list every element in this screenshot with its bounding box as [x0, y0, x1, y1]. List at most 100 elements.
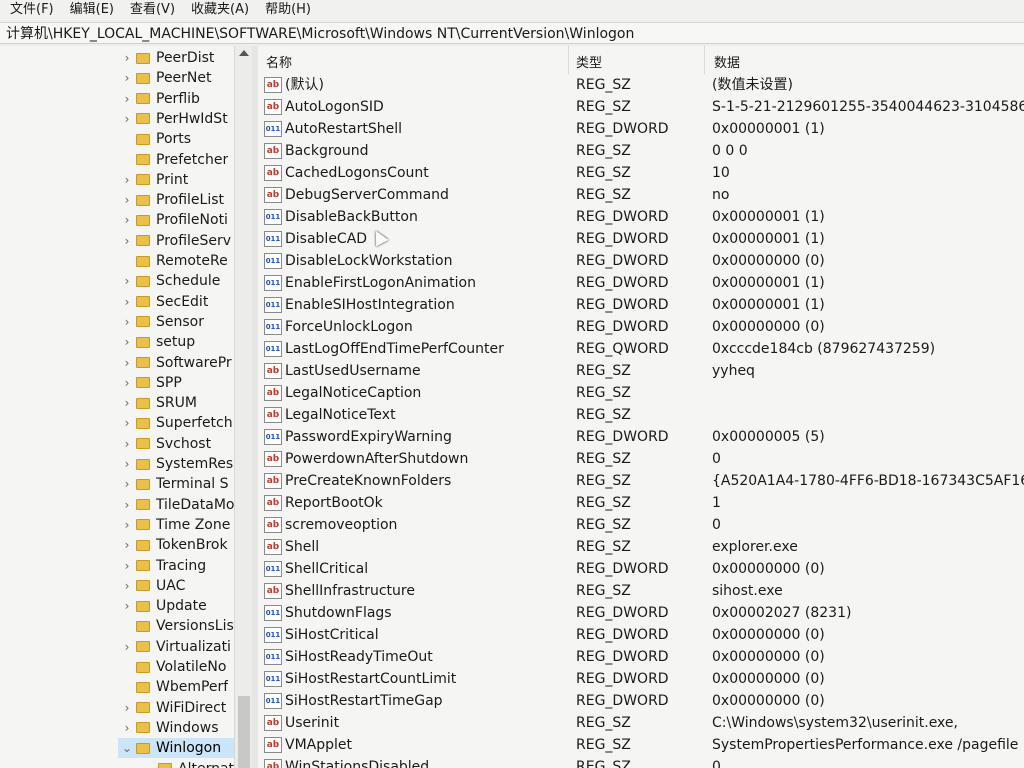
column-header-data[interactable]: 数据	[714, 52, 740, 71]
tree-node[interactable]: VolatileNo	[118, 657, 234, 677]
chevron-right-icon[interactable]: ›	[118, 437, 136, 451]
tree-node[interactable]: › Schedule	[118, 271, 234, 291]
tree-node[interactable]: › Virtualizati	[118, 637, 234, 657]
table-row[interactable]: 011 ForceUnlockLogon REG_DWORD 0x00000000 (…	[258, 316, 1024, 338]
table-row[interactable]: ab Shell REG_SZ explorer.exe	[258, 536, 1024, 558]
chevron-right-icon[interactable]: ›	[118, 579, 136, 593]
tree-node[interactable]: › Tracing	[118, 556, 234, 576]
chevron-right-icon[interactable]: ›	[118, 173, 136, 187]
table-row[interactable]: 011 SiHostRestartCountLimit REG_DWORD 0x000…	[258, 668, 1024, 690]
tree-node[interactable]: › ProfileNoti	[118, 210, 234, 230]
menu-help[interactable]: 帮助(H)	[255, 0, 317, 20]
column-header-name[interactable]: 名称	[266, 52, 292, 71]
table-row[interactable]: 011 PasswordExpiryWarning REG_DWORD 0x00000…	[258, 426, 1024, 448]
chevron-right-icon[interactable]: ›	[118, 538, 136, 552]
tree-node[interactable]: › PeerNet	[118, 68, 234, 88]
tree-node[interactable]: › ProfileServ	[118, 231, 234, 251]
table-row[interactable]: 011 SiHostRestartTimeGap REG_DWORD 0x000000…	[258, 690, 1024, 712]
chevron-right-icon[interactable]: ›	[118, 92, 136, 106]
table-row[interactable]: 011 SiHostReadyTimeOut REG_DWORD 0x00000000…	[258, 646, 1024, 668]
scroll-up-arrow-icon[interactable]	[239, 50, 249, 56]
chevron-right-icon[interactable]: ›	[118, 701, 136, 715]
tree-node[interactable]: › Sensor	[118, 312, 234, 332]
chevron-right-icon[interactable]: ›	[118, 559, 136, 573]
tree-node[interactable]: › UAC	[118, 576, 234, 596]
chevron-right-icon[interactable]: ›	[118, 193, 136, 207]
table-row[interactable]: ab LastUsedUsername REG_SZ yyheq	[258, 360, 1024, 382]
tree-node[interactable]: ⌄ Winlogon	[118, 738, 234, 759]
tree-node[interactable]: › ProfileList	[118, 190, 234, 210]
tree-node[interactable]: › TileDataMo	[118, 495, 234, 515]
table-row[interactable]: 011 LastLogOffEndTimePerfCounter REG_QWORD…	[258, 338, 1024, 360]
chevron-right-icon[interactable]: ›	[118, 71, 136, 85]
chevron-right-icon[interactable]: ›	[118, 518, 136, 532]
tree-scrollbar[interactable]	[234, 46, 253, 768]
table-row[interactable]: ab DebugServerCommand REG_SZ no	[258, 184, 1024, 206]
chevron-right-icon[interactable]: ›	[118, 335, 136, 349]
tree-node[interactable]: Alternat	[140, 759, 234, 768]
chevron-right-icon[interactable]: ›	[118, 315, 136, 329]
chevron-right-icon[interactable]: ›	[118, 396, 136, 410]
table-row[interactable]: ab (默认) REG_SZ (数值未设置)	[258, 74, 1024, 96]
table-row[interactable]: 011 DisableLockWorkstation REG_DWORD 0x0000…	[258, 250, 1024, 272]
tree-node[interactable]: › SPP	[118, 373, 234, 393]
chevron-right-icon[interactable]: ›	[118, 477, 136, 491]
table-row[interactable]: 011 EnableSIHostIntegration REG_DWORD 0x000…	[258, 294, 1024, 316]
table-row[interactable]: ab PreCreateKnownFolders REG_SZ {A520A1A4-1…	[258, 470, 1024, 492]
column-divider[interactable]	[704, 46, 705, 74]
chevron-right-icon[interactable]: ›	[118, 640, 136, 654]
table-row[interactable]: 011 ShellCritical REG_DWORD 0x00000000 (0)	[258, 558, 1024, 580]
tree-node[interactable]: › WiFiDirect	[118, 698, 234, 718]
chevron-right-icon[interactable]: ›	[118, 498, 136, 512]
tree-node[interactable]: › Perflib	[118, 89, 234, 109]
tree-node[interactable]: Ports	[118, 129, 234, 149]
chevron-right-icon[interactable]: ›	[118, 457, 136, 471]
table-row[interactable]: ab Userinit REG_SZ C:\Windows\system32\user…	[258, 712, 1024, 734]
menu-favorites[interactable]: 收藏夹(A)	[181, 0, 255, 20]
tree-node[interactable]: › TokenBrok	[118, 535, 234, 555]
tree-node[interactable]: › PeerDist	[118, 48, 234, 68]
chevron-right-icon[interactable]: ›	[118, 112, 136, 126]
address-bar[interactable]: 计算机\HKEY_LOCAL_MACHINE\SOFTWARE\Microsof…	[0, 22, 1024, 44]
table-row[interactable]: ab CachedLogonsCount REG_SZ 10	[258, 162, 1024, 184]
table-row[interactable]: 011 EnableFirstLogonAnimation REG_DWORD 0x0…	[258, 272, 1024, 294]
chevron-right-icon[interactable]: ›	[118, 51, 136, 65]
tree-node[interactable]: › SecEdit	[118, 292, 234, 312]
chevron-right-icon[interactable]: ›	[118, 416, 136, 430]
tree-node[interactable]: › setup	[118, 332, 234, 352]
tree-node[interactable]: › Svchost	[118, 434, 234, 454]
tree-node[interactable]: › Windows	[118, 718, 234, 738]
table-row[interactable]: ab ShellInfrastructure REG_SZ sihost.exe	[258, 580, 1024, 602]
table-row[interactable]: ab PowerdownAfterShutdown REG_SZ 0	[258, 448, 1024, 470]
tree-node[interactable]: › SoftwarePr	[118, 353, 234, 373]
table-row[interactable]: 011 DisableBackButton REG_DWORD 0x00000001 …	[258, 206, 1024, 228]
tree-node[interactable]: › SRUM	[118, 393, 234, 413]
menu-file[interactable]: 文件(F)	[0, 0, 60, 20]
chevron-right-icon[interactable]: ›	[118, 234, 136, 248]
table-row[interactable]: ab WinStationsDisabled REG_SZ 0	[258, 756, 1024, 768]
chevron-down-icon[interactable]: ⌄	[118, 741, 136, 755]
table-row[interactable]: ab VMApplet REG_SZ SystemPropertiesPerforma…	[258, 734, 1024, 756]
tree-node[interactable]: › Superfetch	[118, 413, 234, 433]
table-row[interactable]: 011 ShutdownFlags REG_DWORD 0x00002027 (823…	[258, 602, 1024, 624]
column-header-type[interactable]: 类型	[576, 52, 602, 71]
chevron-right-icon[interactable]: ›	[118, 295, 136, 309]
table-row[interactable]: ab LegalNoticeText REG_SZ	[258, 404, 1024, 426]
table-row[interactable]: ab AutoLogonSID REG_SZ S-1-5-21-2129601255-…	[258, 96, 1024, 118]
tree-node[interactable]: VersionsLis	[118, 616, 234, 636]
tree-node[interactable]: › SystemRes	[118, 454, 234, 474]
table-row[interactable]: 011 SiHostCritical REG_DWORD 0x00000000 (0)	[258, 624, 1024, 646]
table-row[interactable]: ab LegalNoticeCaption REG_SZ	[258, 382, 1024, 404]
tree-node[interactable]: Prefetcher	[118, 150, 234, 170]
tree-node[interactable]: › Update	[118, 596, 234, 616]
table-row[interactable]: ab Background REG_SZ 0 0 0	[258, 140, 1024, 162]
chevron-right-icon[interactable]: ›	[118, 721, 136, 735]
tree-node[interactable]: › Print	[118, 170, 234, 190]
menu-view[interactable]: 查看(V)	[120, 0, 181, 20]
chevron-right-icon[interactable]: ›	[118, 274, 136, 288]
column-divider[interactable]	[568, 46, 569, 74]
chevron-right-icon[interactable]: ›	[118, 213, 136, 227]
scrollbar-thumb[interactable]	[238, 696, 250, 768]
tree-node[interactable]: › Time Zone	[118, 515, 234, 535]
chevron-right-icon[interactable]: ›	[118, 376, 136, 390]
